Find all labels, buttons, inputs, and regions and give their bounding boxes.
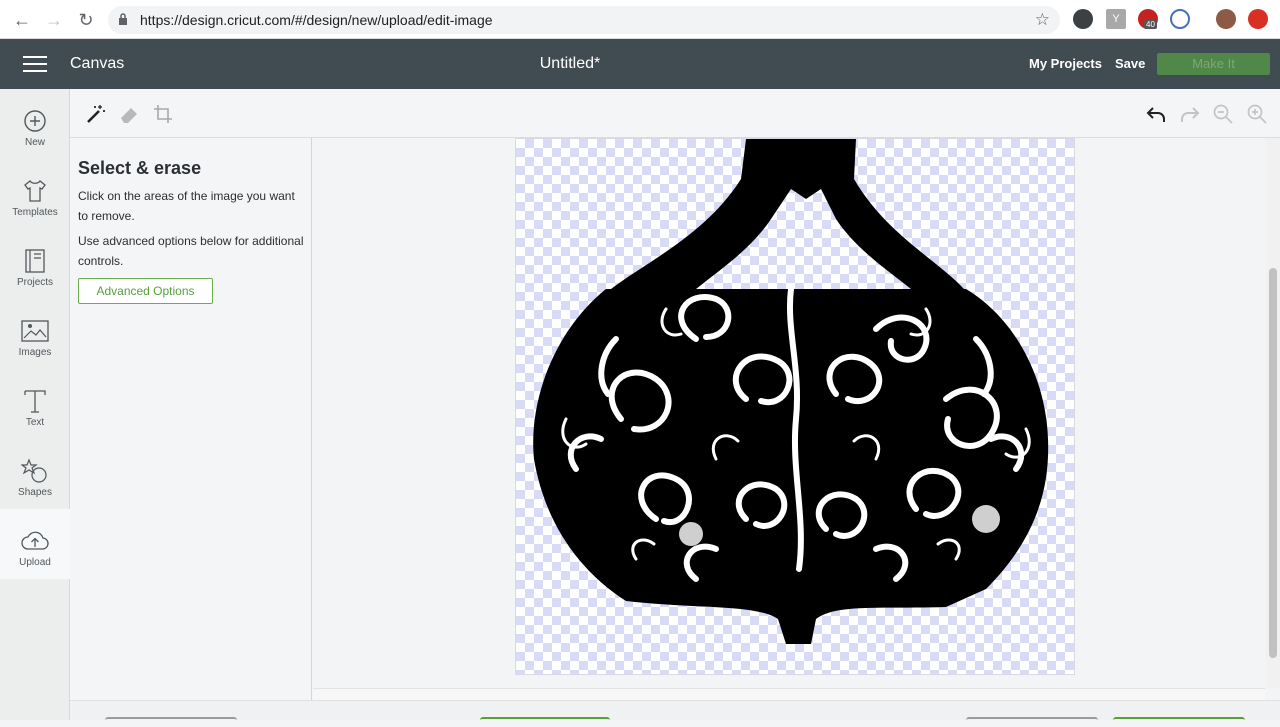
redo-icon[interactable] — [1179, 103, 1201, 125]
profile-avatar[interactable] — [1216, 9, 1236, 29]
back-button[interactable] — [966, 717, 1098, 727]
reload-icon[interactable]: ↻ — [71, 5, 101, 35]
sidebar-item-new[interactable]: New — [0, 89, 70, 159]
sidebar-item-templates[interactable]: Templates — [0, 159, 70, 229]
panel-title: Select & erase — [78, 158, 202, 178]
url-text: https://design.cricut.com/#/design/new/u… — [140, 12, 493, 28]
tshirt-icon — [24, 180, 46, 202]
sidebar-label: Projects — [16, 277, 54, 288]
sidebar-label: New — [24, 137, 45, 148]
y-extension-icon[interactable]: Y — [1106, 9, 1126, 29]
sidebar-label: Text — [25, 417, 45, 428]
image-icon — [21, 320, 49, 342]
extension-badge-icon[interactable]: 40 — [1138, 9, 1158, 29]
cancel-button[interactable] — [105, 717, 237, 727]
transparent-canvas[interactable] — [515, 138, 1075, 675]
scrollbar-thumb[interactable] — [1269, 268, 1277, 658]
sidebar-label: Upload — [19, 557, 51, 568]
browser-toolbar: ← → ↻ https://design.cricut.com/#/design… — [0, 0, 1280, 39]
red-extension-icon[interactable] — [1248, 9, 1268, 29]
edit-toolbar — [70, 89, 1280, 138]
horizontal-scrollbar[interactable] — [313, 688, 1265, 700]
make-it-button[interactable]: Make It — [1157, 53, 1270, 75]
block-extension-icon[interactable] — [1170, 9, 1190, 29]
left-sidebar: New Templates Projects Images Text Shape… — [0, 89, 70, 720]
sidebar-item-upload[interactable]: Upload — [0, 509, 70, 579]
sidebar-item-shapes[interactable]: Shapes — [0, 439, 70, 509]
sidebar-item-projects[interactable]: Projects — [0, 229, 70, 299]
app-header: Canvas Untitled* My Projects Save Make I… — [0, 39, 1280, 89]
document-title[interactable]: Untitled* — [0, 55, 1140, 73]
bookmark-star-icon[interactable]: ☆ — [1035, 10, 1050, 30]
zoom-out-icon[interactable] — [1212, 103, 1234, 125]
uploaded-image[interactable] — [516, 139, 1076, 676]
zoom-in-icon[interactable] — [1246, 103, 1268, 125]
undo-icon[interactable] — [1145, 103, 1167, 125]
projects-icon — [25, 249, 45, 273]
extension-badge-count: 40 — [1144, 20, 1157, 29]
extension-icon[interactable] — [1073, 9, 1093, 29]
sidebar-label: Images — [18, 347, 52, 358]
eraser-icon[interactable] — [118, 103, 140, 125]
lock-icon — [118, 13, 130, 27]
my-projects-link[interactable]: My Projects — [1029, 56, 1102, 71]
magic-wand-icon[interactable] — [85, 103, 107, 125]
sidebar-item-images[interactable]: Images — [0, 299, 70, 369]
panel-instructions: Click on the areas of the image you want… — [78, 189, 295, 223]
crop-icon[interactable] — [152, 103, 174, 125]
text-icon — [24, 390, 46, 413]
back-icon[interactable]: ← — [7, 5, 37, 35]
bottom-bar — [70, 700, 1280, 720]
sidebar-label: Templates — [12, 207, 58, 218]
vertical-scrollbar[interactable] — [1266, 138, 1280, 688]
preview-button[interactable] — [480, 717, 610, 727]
forward-icon[interactable]: → — [39, 5, 69, 35]
plus-circle-icon — [24, 110, 46, 132]
sidebar-item-text[interactable]: Text — [0, 369, 70, 439]
canvas-workarea[interactable] — [313, 138, 1265, 688]
save-button[interactable]: Save — [1115, 56, 1145, 71]
select-erase-panel: Select & erase Click on the areas of the… — [70, 138, 312, 700]
upload-cloud-icon — [21, 531, 49, 550]
shapes-icon — [21, 458, 47, 483]
panel-hint: Use advanced options below for additiona… — [78, 234, 304, 268]
address-bar[interactable]: https://design.cricut.com/#/design/new/u… — [108, 6, 1060, 34]
sidebar-label: Shapes — [18, 487, 52, 498]
continue-button[interactable] — [1113, 717, 1245, 727]
advanced-options-button[interactable]: Advanced Options — [78, 278, 213, 304]
